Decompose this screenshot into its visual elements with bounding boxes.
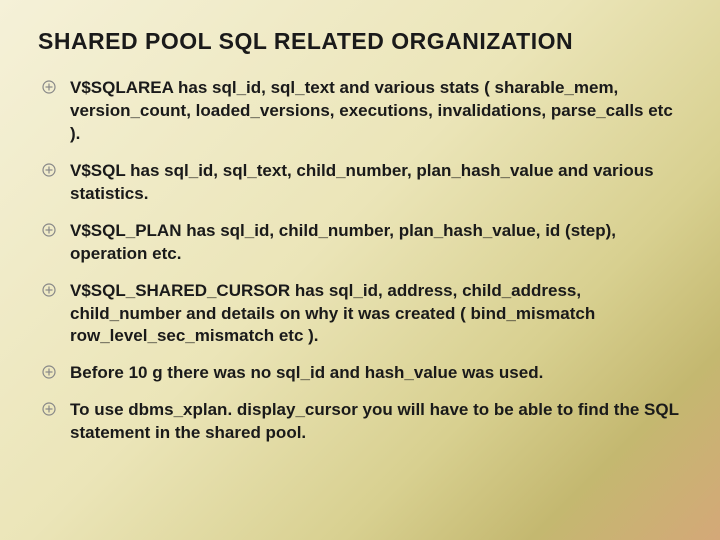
bullet-text: Before 10 g there was no sql_id and hash… bbox=[70, 362, 543, 385]
bullet-list: V$SQLAREA has sql_id, sql_text and vario… bbox=[38, 77, 682, 445]
circle-plus-icon bbox=[42, 223, 56, 237]
circle-plus-icon bbox=[42, 365, 56, 379]
circle-plus-icon bbox=[42, 163, 56, 177]
bullet-text: To use dbms_xplan. display_cursor you wi… bbox=[70, 399, 682, 445]
bullet-text: V$SQL_PLAN has sql_id, child_number, pla… bbox=[70, 220, 682, 266]
circle-plus-icon bbox=[42, 80, 56, 94]
list-item: V$SQLAREA has sql_id, sql_text and vario… bbox=[38, 77, 682, 146]
list-item: V$SQL has sql_id, sql_text, child_number… bbox=[38, 160, 682, 206]
circle-plus-icon bbox=[42, 402, 56, 416]
bullet-text: V$SQLAREA has sql_id, sql_text and vario… bbox=[70, 77, 682, 146]
list-item: V$SQL_PLAN has sql_id, child_number, pla… bbox=[38, 220, 682, 266]
circle-plus-icon bbox=[42, 283, 56, 297]
list-item: To use dbms_xplan. display_cursor you wi… bbox=[38, 399, 682, 445]
bullet-text: V$SQL has sql_id, sql_text, child_number… bbox=[70, 160, 682, 206]
slide-title: SHARED POOL SQL RELATED ORGANIZATION bbox=[38, 28, 682, 55]
bullet-text: V$SQL_SHARED_CURSOR has sql_id, address,… bbox=[70, 280, 682, 349]
slide-container: SHARED POOL SQL RELATED ORGANIZATION V$S… bbox=[0, 0, 720, 479]
list-item: V$SQL_SHARED_CURSOR has sql_id, address,… bbox=[38, 280, 682, 349]
list-item: Before 10 g there was no sql_id and hash… bbox=[38, 362, 682, 385]
